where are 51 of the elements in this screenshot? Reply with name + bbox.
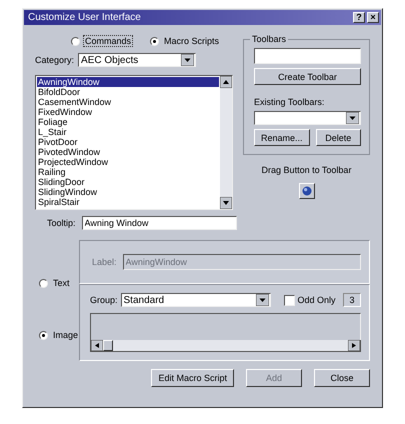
list-item[interactable]: Railing: [37, 167, 219, 177]
create-toolbar-button[interactable]: Create Toolbar: [254, 68, 361, 85]
macro-icon-button[interactable]: [298, 183, 314, 199]
list-item[interactable]: CasementWindow: [37, 97, 219, 107]
label-caption: Label:: [92, 257, 117, 267]
list-item[interactable]: AwningWindow: [37, 77, 219, 87]
group-title: Toolbars: [251, 34, 288, 44]
checkbox-label[interactable]: Odd Only: [298, 295, 336, 305]
list-item[interactable]: L_Stair: [37, 127, 219, 137]
drag-hint: Drag Button to Toolbar: [262, 165, 352, 175]
scroll-bar[interactable]: [90, 340, 361, 352]
group-dropdown[interactable]: Standard: [120, 293, 271, 307]
dialog-button[interactable]: Close: [314, 369, 370, 387]
tooltip-field[interactable]: Awning Window: [82, 216, 237, 230]
radio-label[interactable]: Macro Scripts: [163, 36, 220, 46]
list-item[interactable]: SlidingDoor: [37, 177, 219, 187]
radio-label[interactable]: Text: [52, 278, 71, 288]
category-label: Category:: [35, 55, 74, 65]
toolbars-dropdown[interactable]: [254, 111, 361, 125]
help-button[interactable]: ?: [353, 12, 365, 23]
list-item[interactable]: Foliage: [37, 117, 219, 127]
list-item[interactable]: SlidingWindow: [37, 187, 219, 197]
list-item[interactable]: PivotDoor: [37, 137, 219, 147]
rename-button[interactable]: Rename...: [254, 129, 310, 146]
close-button[interactable]: ×: [367, 12, 379, 23]
list-item[interactable]: ProjectedWindow: [37, 157, 219, 167]
delete-button[interactable]: Delete: [316, 129, 361, 146]
radio-label[interactable]: Commands: [84, 36, 132, 46]
checkbox[interactable]: [284, 294, 295, 306]
dropdown-arrow-icon[interactable]: [346, 112, 359, 124]
dropdown-arrow-icon[interactable]: [181, 54, 194, 66]
list-item[interactable]: PivotedWindow: [37, 147, 219, 157]
radio-button[interactable]: [150, 36, 160, 46]
dialog-button[interactable]: Edit Macro Script: [151, 369, 234, 387]
dropdown-arrow-icon[interactable]: [256, 294, 269, 306]
list-item[interactable]: FixedWindow: [37, 107, 219, 117]
list-item[interactable]: SpiralStair: [37, 197, 219, 207]
radio-label[interactable]: Image: [52, 330, 80, 340]
group-label: Group:: [90, 295, 118, 305]
radio-button[interactable]: [39, 330, 48, 340]
radio-button[interactable]: [39, 278, 48, 288]
toolbar-name-field[interactable]: [254, 48, 361, 64]
window-title: Customize User Interface: [28, 12, 142, 23]
existing-toolbars-label: Existing Toolbars:: [254, 97, 326, 107]
count-display: 3: [343, 293, 361, 307]
scroll-bar[interactable]: [220, 76, 232, 209]
list-item[interactable]: BifoldDoor: [37, 87, 219, 97]
category-dropdown[interactable]: AEC Objects: [78, 53, 196, 67]
ball-icon: [302, 186, 312, 196]
radio-button[interactable]: [71, 36, 80, 46]
tooltip-label: Tooltip:: [47, 218, 76, 228]
